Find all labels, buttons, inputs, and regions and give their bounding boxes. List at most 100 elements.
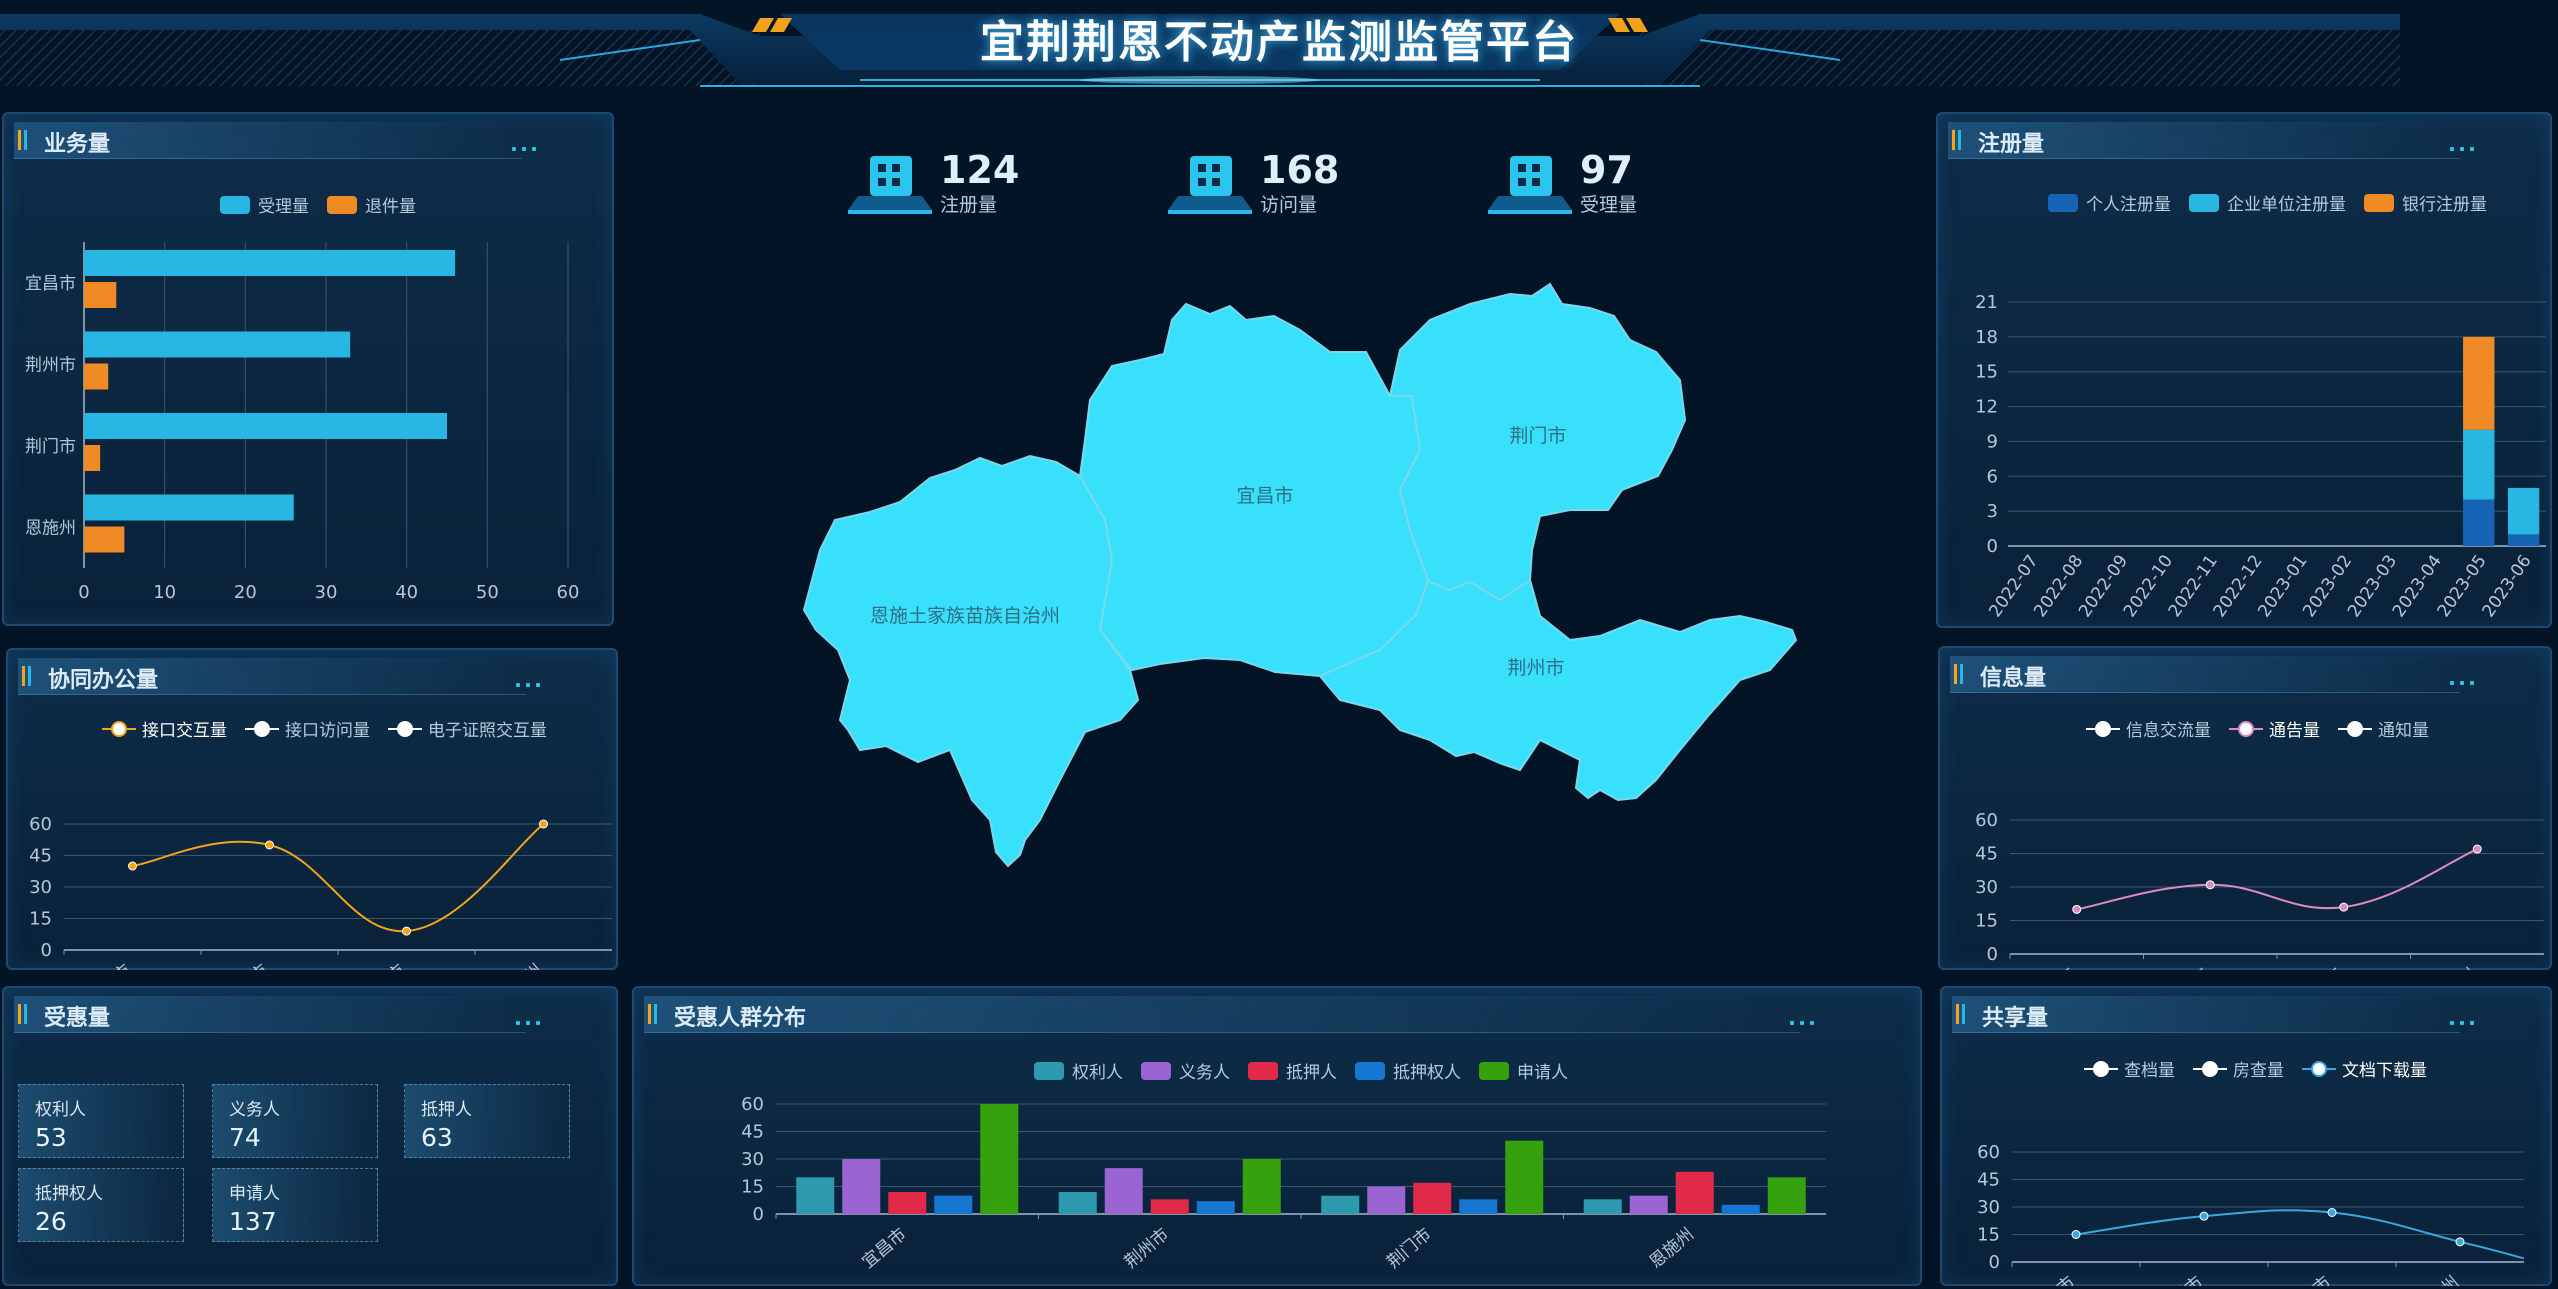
data-point [2199, 1211, 2209, 1221]
building-icon [848, 156, 932, 214]
bar [980, 1104, 1019, 1214]
legend-item[interactable]: 抵押权人 [1355, 1058, 1461, 1083]
bar [796, 1177, 835, 1214]
series-line [132, 823, 545, 933]
x-tick-label: 30 [315, 582, 338, 603]
x-tick-label: 40 [395, 582, 418, 603]
legend-item[interactable]: 通告量 [2229, 716, 2320, 741]
bar [1367, 1186, 1406, 1214]
legend-item[interactable]: 银行注册量 [2364, 190, 2487, 215]
benefit-card: 权利人 53 [18, 1084, 184, 1158]
y-tick-label: 30 [1977, 1197, 2000, 1218]
bar [1767, 1177, 1806, 1214]
data-point [2072, 904, 2082, 914]
legend-item[interactable]: 接口访问量 [245, 716, 370, 741]
legend-item[interactable]: 信息交流量 [2086, 716, 2211, 741]
legend-item[interactable]: 接口交互量 [102, 716, 227, 741]
bar-segment [2463, 429, 2495, 500]
x-tick-label: 恩施州 [1646, 1225, 1698, 1273]
bar [84, 526, 125, 553]
data-point [2071, 1230, 2081, 1239]
bar [1413, 1182, 1452, 1214]
bar [84, 250, 456, 276]
data-point [2455, 1237, 2465, 1247]
map-region-enshi[interactable] [802, 454, 1140, 868]
header: 宜荆荆恩不动产监测监管平台 [0, 0, 2400, 92]
legend-item[interactable]: 受理量 [220, 192, 309, 217]
data-point [2327, 1208, 2337, 1217]
y-tick-label: 45 [1975, 844, 1998, 865]
kpi-accept: 97 受理量 [1488, 148, 1688, 220]
legend-item[interactable]: 权利人 [1034, 1058, 1123, 1083]
panel-title: 受惠人群分布 [674, 1006, 807, 1031]
legend-item[interactable]: 房查量 [2193, 1056, 2284, 1081]
series-line [2076, 848, 2478, 911]
legend: 信息交流量 通告量 通知量 [2086, 716, 2447, 741]
page-title: 宜荆荆恩不动产监测监管平台 [980, 17, 1578, 68]
region-map[interactable]: 宜昌市 荆门市 恩施土家族苗族自治州 荆州市 [740, 280, 1810, 910]
legend-item[interactable]: 查档量 [2084, 1056, 2175, 1081]
bar [1321, 1195, 1360, 1214]
kpi-visit: 168 访问量 [1168, 148, 1368, 220]
x-tick-label: 荆门市 [2283, 1273, 2335, 1286]
y-tick-label: 15 [1975, 911, 1998, 932]
benefit-card: 申请人 137 [212, 1168, 378, 1242]
y-tick-label: 0 [753, 1204, 764, 1225]
legend-item[interactable]: 申请人 [1479, 1058, 1568, 1083]
legend-item[interactable]: 抵押人 [1248, 1058, 1337, 1083]
bar [1583, 1199, 1622, 1214]
panel-title: 协同办公量 [48, 668, 159, 693]
bar [84, 282, 117, 308]
legend-item[interactable]: 文档下载量 [2302, 1056, 2427, 1081]
x-tick-label: 宜昌市 [2027, 1273, 2079, 1286]
bar [1629, 1195, 1668, 1214]
kpi-label: 访问量 [1260, 194, 1318, 216]
panel-title: 信息量 [1980, 666, 2047, 691]
y-tick-label: 0 [41, 940, 52, 961]
legend-item[interactable]: 退件量 [327, 192, 416, 217]
x-tick-label: 60 [557, 582, 580, 603]
x-tick-label: 0 [78, 582, 89, 603]
x-tick-label: 荆州市 [1121, 1225, 1173, 1273]
map-label-enshi: 恩施土家族苗族自治州 [870, 605, 1060, 627]
y-tick-label: 15 [741, 1177, 764, 1198]
legend-item[interactable]: 义务人 [1141, 1058, 1230, 1083]
panel-business: 业务量 受理量 退件量 0 10 20 30 40 50 60 宜昌市 荆州市 荆门市 恩施州 [2, 112, 614, 626]
y-tick-label: 60 [741, 1094, 764, 1115]
kpi-label: 注册量 [940, 194, 998, 216]
panel-title: 共享量 [1982, 1006, 2049, 1031]
y-tick-label: 30 [741, 1149, 764, 1170]
legend-item[interactable]: 通知量 [2338, 716, 2429, 741]
bar-segment [2463, 336, 2495, 430]
y-tick-label: 6 [1987, 466, 1998, 487]
data-point [539, 819, 548, 829]
panel-info: 信息量 信息交流量 通告量 通知量 0 15 30 45 60 宜昌市 荆州市 荆门市 恩施州 [1938, 646, 2552, 970]
y-tick-label: 45 [741, 1122, 764, 1143]
share-chart: 0 15 30 45 60 宜昌市 荆州市 荆门市 恩施州 [1977, 1142, 2525, 1286]
business-chart: 0 10 20 30 40 50 60 宜昌市荆州市荆门市恩施州 [25, 242, 580, 603]
register-chart: 0369121518212022-072022-082022-092022-10… [1975, 292, 2546, 621]
legend-item[interactable]: 个人注册量 [2048, 190, 2171, 215]
y-tick-label: 30 [29, 877, 52, 898]
data-point [2205, 880, 2215, 890]
bar [1196, 1201, 1235, 1214]
bar [84, 494, 294, 521]
legend-item[interactable]: 电子证照交互量 [388, 716, 547, 741]
y-tick-label: 18 [1975, 327, 1998, 348]
benefit-card: 义务人 74 [212, 1084, 378, 1158]
kpi-value: 168 [1260, 148, 1340, 192]
y-tick-label: 60 [1977, 1142, 2000, 1163]
x-tick-label: 荆州市 [221, 961, 273, 970]
y-tick-label: 9 [1987, 431, 1998, 452]
bar [934, 1195, 973, 1214]
legend: 受理量 退件量 [220, 192, 434, 217]
y-tick-label: 45 [1977, 1170, 2000, 1191]
kpi-value: 97 [1580, 148, 1633, 192]
legend: 个人注册量 企业单位注册量 银行注册量 [2048, 190, 2505, 215]
legend-item[interactable]: 企业单位注册量 [2189, 190, 2346, 215]
panel-crowd: 受惠人群分布 权利人 义务人 抵押人 抵押权人 申请人 0 15 30 45 60 宜昌市… [632, 986, 1922, 1286]
map-label-yichang: 宜昌市 [1236, 485, 1293, 507]
y-tick-label: 3 [1987, 501, 1998, 522]
y-tick-label: 60 [29, 814, 52, 835]
benefit-card: 抵押权人 26 [18, 1168, 184, 1242]
